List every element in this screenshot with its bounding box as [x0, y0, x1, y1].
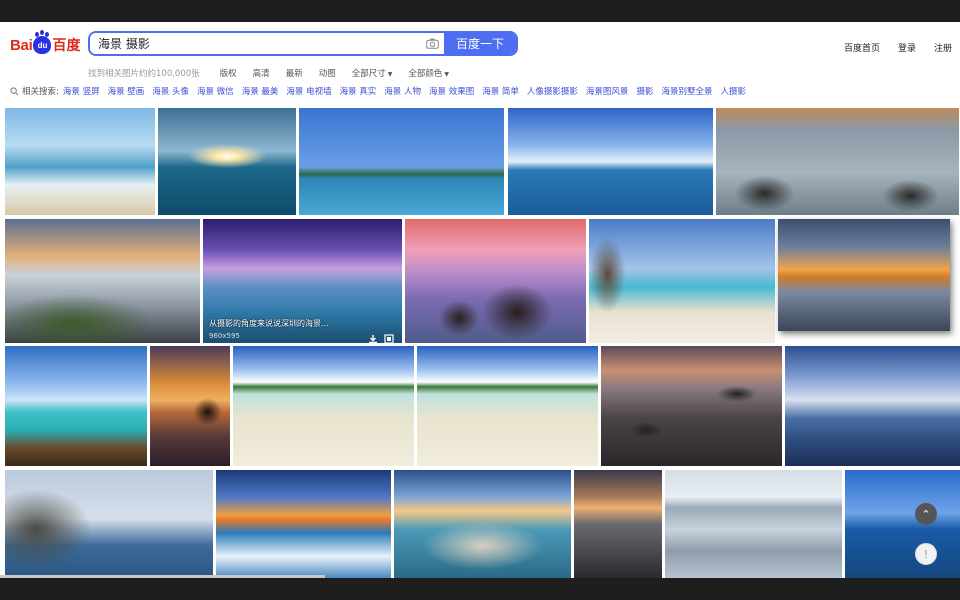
horizontal-scrollbar[interactable] — [0, 575, 325, 578]
page: Bai du 百度 百度一下 百度首页 登录 注册 找到相关图片约约100,00… — [0, 22, 960, 578]
image-tile[interactable] — [5, 108, 155, 215]
image-size: 960x595 — [209, 332, 240, 340]
image-tile[interactable] — [394, 470, 571, 578]
image-tile[interactable] — [601, 346, 782, 466]
image-actions — [368, 329, 394, 343]
image-tile[interactable] — [5, 470, 213, 578]
image-grid: 从摄影的角度来说说深圳的海景... 960x595 — [0, 22, 960, 578]
image-tile[interactable] — [405, 219, 586, 343]
image-caption: 从摄影的角度来说说深圳的海景... — [209, 319, 329, 328]
chevron-up-icon: ⌃ — [921, 507, 931, 521]
feedback-button[interactable]: ! — [915, 543, 937, 565]
image-tile[interactable] — [589, 219, 775, 343]
image-tile[interactable]: 从摄影的角度来说说深圳的海景... 960x595 — [203, 219, 402, 343]
image-tile[interactable] — [233, 346, 414, 466]
image-tile[interactable] — [716, 108, 959, 215]
image-tile[interactable] — [5, 346, 147, 466]
image-tile[interactable] — [417, 346, 598, 466]
image-tile[interactable] — [216, 470, 391, 578]
feedback-icon: ! — [923, 547, 929, 561]
image-tile[interactable] — [508, 108, 713, 215]
image-tile[interactable] — [574, 470, 662, 578]
image-tile[interactable] — [5, 219, 200, 343]
back-to-top-button[interactable]: ⌃ — [915, 503, 937, 525]
similar-image-icon[interactable] — [384, 329, 394, 343]
image-tile[interactable] — [665, 470, 842, 578]
image-tile[interactable] — [150, 346, 230, 466]
download-icon[interactable] — [368, 329, 378, 343]
image-tile[interactable] — [845, 470, 960, 578]
image-tile[interactable] — [299, 108, 504, 215]
image-tile[interactable] — [158, 108, 296, 215]
image-tile[interactable] — [778, 219, 950, 331]
image-tile[interactable] — [785, 346, 960, 466]
